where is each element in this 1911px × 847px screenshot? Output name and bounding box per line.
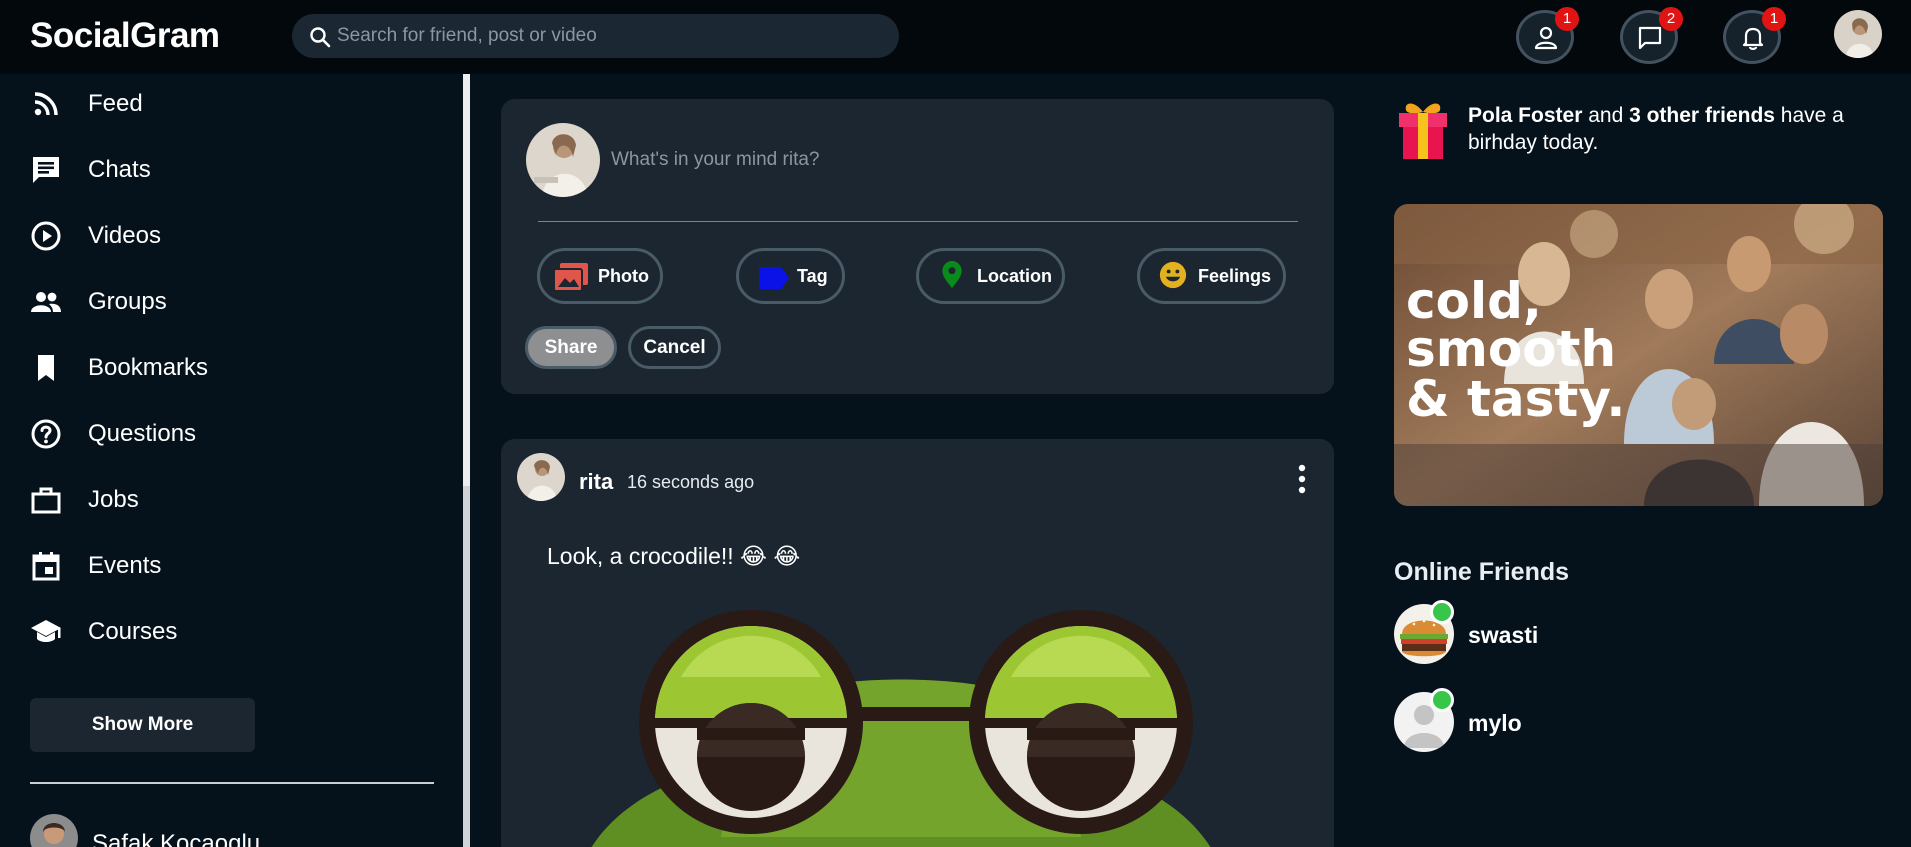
bell-icon bbox=[1742, 27, 1764, 50]
sidebar-item-label: Chats bbox=[88, 156, 151, 183]
post-text: Look, a crocodile!! 😂 😂 bbox=[547, 543, 801, 569]
sidebar-item-videos[interactable]: Videos bbox=[30, 214, 430, 258]
notifications-button[interactable]: 1 bbox=[1723, 7, 1786, 64]
sidebar-friend-item[interactable]: Safak Kocaoglu bbox=[30, 814, 410, 847]
ad-text-line-3: & tasty. bbox=[1406, 370, 1625, 428]
messages-button[interactable]: 2 bbox=[1620, 7, 1683, 64]
birthday-notice: Pola Foster and 3 other friends have a b… bbox=[1396, 98, 1896, 164]
friend-requests-badge: 1 bbox=[1555, 7, 1579, 31]
help-circle-icon bbox=[31, 419, 61, 449]
sidebar-divider bbox=[30, 782, 434, 784]
online-friend-item[interactable]: swasti bbox=[1394, 600, 1794, 666]
gift-icon bbox=[1399, 103, 1447, 159]
briefcase-icon bbox=[31, 487, 61, 514]
search-bar[interactable] bbox=[292, 14, 899, 58]
top-bar: SocialGram 1 2 1 bbox=[0, 0, 1911, 74]
sidebar-scrollbar-thumb[interactable] bbox=[463, 74, 470, 486]
sidebar-item-chats[interactable]: Chats bbox=[30, 148, 430, 192]
more-vert-icon[interactable] bbox=[1292, 463, 1312, 495]
photo-library-icon bbox=[554, 263, 588, 291]
share-button[interactable]: Share bbox=[525, 326, 617, 369]
sidebar-item-groups[interactable]: Groups bbox=[30, 280, 430, 324]
online-friend-name: swasti bbox=[1468, 622, 1539, 648]
messages-badge: 2 bbox=[1659, 7, 1683, 31]
advertisement-image[interactable]: cold, smooth & tasty. bbox=[1394, 204, 1883, 506]
play-circle-icon bbox=[31, 221, 61, 251]
sidebar-item-courses[interactable]: Courses bbox=[30, 610, 430, 654]
location-pin-icon bbox=[942, 261, 962, 289]
tag-option-label: Tag bbox=[797, 266, 828, 286]
sidebar-item-feed[interactable]: Feed bbox=[30, 82, 430, 126]
post-author-avatar[interactable] bbox=[517, 453, 565, 501]
post-timestamp: 16 seconds ago bbox=[627, 472, 755, 492]
feelings-option-label: Feelings bbox=[1198, 266, 1272, 286]
notifications-badge: 1 bbox=[1762, 7, 1786, 31]
tag-option-button[interactable]: Tag bbox=[736, 248, 845, 304]
sidebar-item-jobs[interactable]: Jobs bbox=[30, 478, 430, 522]
search-input[interactable] bbox=[337, 14, 877, 58]
sidebar-item-label: Videos bbox=[88, 222, 161, 249]
photo-option-button[interactable]: Photo bbox=[537, 248, 663, 304]
post-card: rita 16 seconds ago Look, a crocodile!! … bbox=[501, 439, 1334, 847]
birthday-others[interactable]: 3 other friends bbox=[1629, 104, 1775, 127]
friend-avatar bbox=[30, 814, 78, 847]
search-icon bbox=[310, 27, 331, 48]
sidebar-item-label: Bookmarks bbox=[88, 354, 209, 381]
online-friends-title: Online Friends bbox=[1394, 558, 1570, 586]
profile-avatar[interactable] bbox=[1834, 10, 1882, 58]
groups-icon bbox=[31, 292, 61, 312]
show-more-button[interactable]: Show More bbox=[30, 698, 255, 752]
birthday-name[interactable]: Pola Foster bbox=[1468, 104, 1582, 127]
birthday-text: Pola Foster and 3 other friends have a b… bbox=[1468, 104, 1844, 154]
post-image-crocodile[interactable] bbox=[581, 607, 1221, 847]
location-option-label: Location bbox=[977, 266, 1052, 286]
share-divider bbox=[538, 221, 1298, 222]
tag-icon bbox=[759, 267, 789, 289]
sidebar-item-bookmarks[interactable]: Bookmarks bbox=[30, 346, 430, 390]
sidebar-item-label: Groups bbox=[88, 288, 167, 315]
chat-icon bbox=[1638, 26, 1662, 50]
sidebar-item-label: Feed bbox=[88, 90, 143, 117]
bookmark-icon bbox=[38, 355, 54, 381]
app-logo[interactable]: SocialGram bbox=[30, 16, 220, 56]
share-avatar bbox=[526, 123, 600, 197]
share-card: Photo Tag Location Feelings Share Cancel bbox=[501, 99, 1334, 394]
photo-option-label: Photo bbox=[598, 266, 649, 286]
location-option-button[interactable]: Location bbox=[916, 248, 1065, 304]
smiley-icon bbox=[1159, 261, 1187, 289]
online-status-dot bbox=[1430, 688, 1454, 712]
sidebar-item-label: Courses bbox=[88, 618, 178, 645]
sidebar-item-events[interactable]: Events bbox=[30, 544, 430, 588]
friend-requests-button[interactable]: 1 bbox=[1516, 7, 1579, 64]
online-friend-item[interactable]: mylo bbox=[1394, 688, 1794, 754]
sidebar-item-label: Events bbox=[88, 552, 162, 579]
post-text-input[interactable] bbox=[611, 143, 1291, 177]
person-icon bbox=[1534, 26, 1558, 50]
sidebar-item-label: Jobs bbox=[88, 486, 139, 513]
post-author-name[interactable]: rita bbox=[579, 469, 613, 495]
sidebar-item-label: Questions bbox=[88, 420, 197, 447]
online-status-dot bbox=[1430, 600, 1454, 624]
friend-name: Safak Kocaoglu bbox=[92, 830, 261, 847]
sidebar-item-questions[interactable]: Questions bbox=[30, 412, 430, 456]
chat-icon bbox=[33, 157, 59, 183]
feelings-option-button[interactable]: Feelings bbox=[1137, 248, 1286, 304]
left-sidebar: Feed Chats Videos Groups Bookmarks Quest… bbox=[0, 74, 462, 847]
cancel-button[interactable]: Cancel bbox=[628, 326, 721, 369]
calendar-icon bbox=[32, 552, 60, 581]
online-friend-name: mylo bbox=[1468, 710, 1522, 736]
rss-icon bbox=[34, 92, 58, 116]
school-icon bbox=[31, 620, 61, 642]
